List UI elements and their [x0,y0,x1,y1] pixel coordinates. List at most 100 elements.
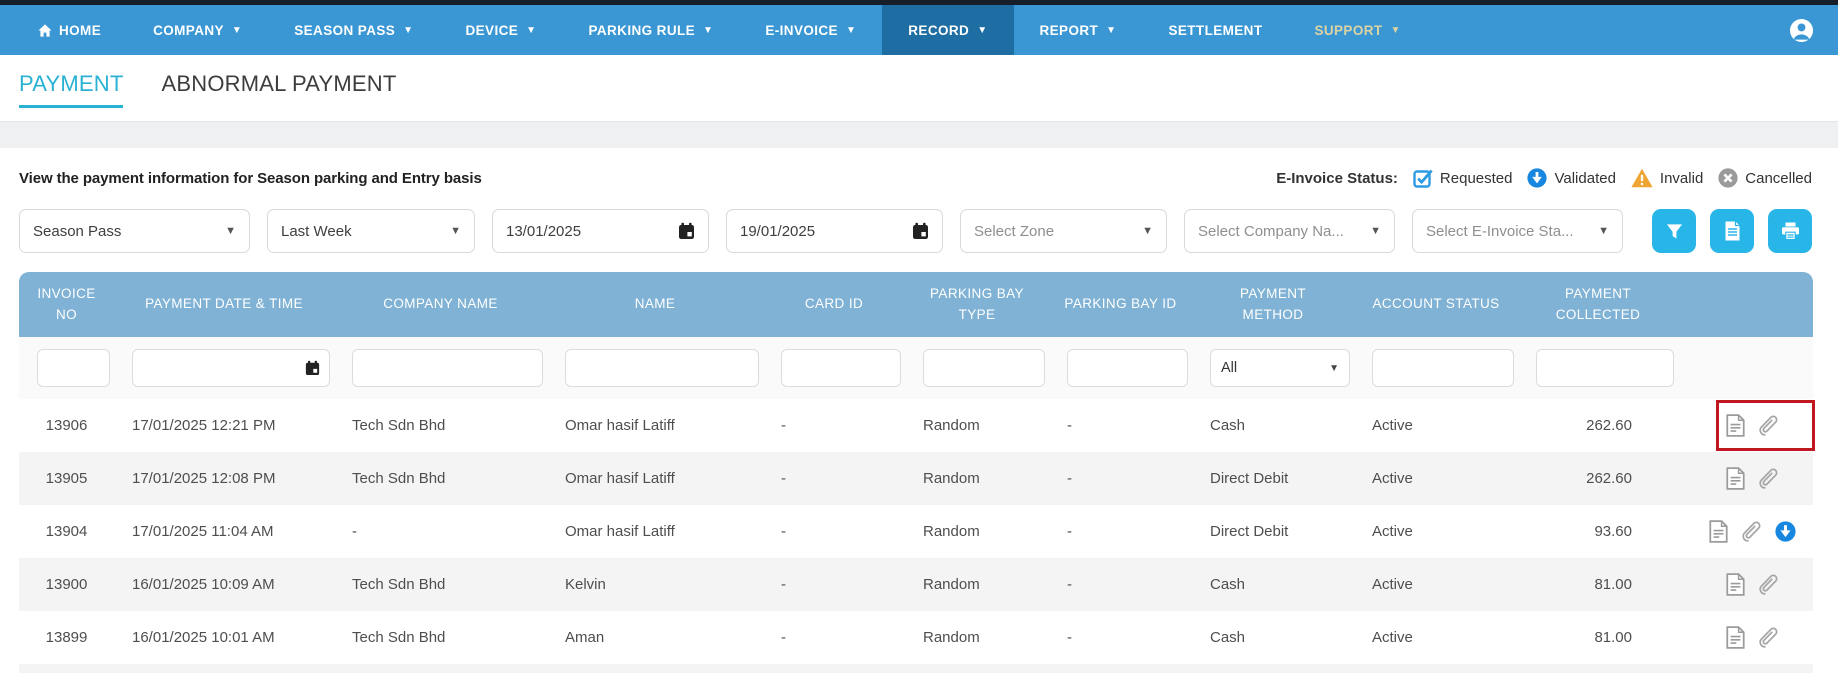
nav-item-settlement[interactable]: SETTLEMENT [1142,5,1288,55]
legend-label: E-Invoice Status: [1276,169,1398,187]
nav-item-e-invoice[interactable]: E-INVOICE ▼ [739,5,882,55]
attachment-icon[interactable] [1758,573,1779,596]
document-icon[interactable] [1726,467,1745,490]
nav-item-support[interactable]: SUPPORT ▼ [1288,5,1426,55]
caret-down-icon: ▼ [1390,24,1401,36]
company-select[interactable]: Select Company Na... ▼ [1184,209,1395,253]
nav-item-report[interactable]: REPORT ▼ [1014,5,1143,55]
cell-collected: 262.60 [1518,452,1678,505]
date-from-input[interactable]: 13/01/2025 [492,209,709,253]
cell-bay-type: Random [905,399,1049,452]
attachment-icon[interactable] [1758,626,1779,649]
account-status-filter-input[interactable] [1372,349,1514,387]
attachment-icon[interactable] [1758,414,1779,437]
payment-date-filter-input[interactable] [132,349,330,387]
payment-method-filter-select[interactable]: All ▼ [1210,349,1350,387]
column-header: PARKING BAY TYPE [905,272,1049,337]
cell-bay-type: Random [905,611,1049,664]
cell-method: Direct Debit [1192,452,1354,505]
cell-invoice-no: 13906 [19,399,114,452]
legend-item-requested: Requested [1413,168,1512,188]
document-icon[interactable] [1709,520,1728,543]
cell-bay-id: - [1049,611,1192,664]
table-row-partial [19,664,1813,673]
parking-bay-type-filter-input[interactable] [923,349,1045,387]
column-filter-row: All ▼ [19,337,1813,399]
nav-item-label: SUPPORT [1314,22,1383,38]
print-button[interactable] [1768,209,1812,253]
card-id-filter-input[interactable] [781,349,901,387]
nav-item-label: PARKING RULE [588,22,696,38]
caret-down-icon: ▼ [450,225,461,237]
cell-status: Active [1354,505,1518,558]
cell-card-id: - [763,505,905,558]
payment-collected-filter-input[interactable] [1536,349,1674,387]
nav-item-home[interactable]: HOME [12,5,127,55]
nav-item-parking-rule[interactable]: PARKING RULE ▼ [562,5,739,55]
invalid-warning-triangle-icon [1631,168,1653,188]
invoice-no-filter-input[interactable] [37,349,110,387]
cell-actions [1678,611,1813,664]
legend-item-cancelled: Cancelled [1718,168,1812,188]
content-card: View the payment information for Season … [0,148,1838,673]
nav-item-company[interactable]: COMPANY ▼ [127,5,268,55]
calendar-icon[interactable] [678,222,695,240]
document-export-icon [1724,221,1741,241]
calendar-icon[interactable] [912,222,929,240]
date-preset-select[interactable]: Last Week ▼ [267,209,475,253]
cell-bay-id: - [1049,558,1192,611]
attachment-icon[interactable] [1741,520,1762,543]
caret-down-icon: ▼ [526,24,537,36]
nav-item-device[interactable]: DEVICE ▼ [439,5,562,55]
document-icon[interactable] [1726,626,1745,649]
page-background-band [0,122,1838,148]
cell-company: Tech Sdn Bhd [334,611,547,664]
tab-payment[interactable]: PAYMENT [19,71,124,108]
calendar-icon[interactable] [305,360,320,376]
attachment-icon[interactable] [1758,467,1779,490]
pass-type-select[interactable]: Season Pass ▼ [19,209,250,253]
zone-select[interactable]: Select Zone ▼ [960,209,1167,253]
document-icon[interactable] [1726,414,1745,437]
cell-invoice-no: 13905 [19,452,114,505]
caret-down-icon: ▼ [403,24,414,36]
printer-icon [1781,222,1800,240]
document-icon[interactable] [1726,573,1745,596]
cell-collected: 262.60 [1518,399,1678,452]
caret-down-icon: ▼ [1598,225,1609,237]
table-row: 13904 17/01/2025 11:04 AM - Omar hasif Lati… [19,505,1813,558]
company-name-filter-input[interactable] [352,349,543,387]
parking-bay-id-filter-input[interactable] [1067,349,1188,387]
cancelled-x-circle-icon [1718,168,1738,188]
nav-item-label: E-INVOICE [765,22,838,38]
cell-actions [1678,452,1813,505]
filter-button[interactable] [1652,209,1696,253]
einvoice-status-select[interactable]: Select E-Invoice Sta... ▼ [1412,209,1623,253]
date-to-input[interactable]: 19/01/2025 [726,209,943,253]
export-report-button[interactable] [1710,209,1754,253]
validated-arrow-down-circle-icon [1527,168,1548,188]
cell-collected: 81.00 [1518,558,1678,611]
cell-bay-type: Random [905,505,1049,558]
cell-card-id: - [763,611,905,664]
cell-method: Cash [1192,558,1354,611]
validated-arrow-down-circle-icon[interactable] [1775,521,1796,542]
filter-toolbar: Season Pass ▼ Last Week ▼ 13/01/2025 19/… [19,209,1812,253]
nav-item-label: COMPANY [153,22,224,38]
column-header: NAME [547,272,763,337]
cell-actions [1678,399,1815,452]
nav-item-record[interactable]: RECORD ▼ [882,5,1014,55]
cell-bay-id: - [1049,452,1192,505]
name-filter-input[interactable] [565,349,759,387]
cell-collected: 93.60 [1518,505,1678,558]
nav-item-season-pass[interactable]: SEASON PASS ▼ [268,5,439,55]
caret-down-icon: ▼ [845,24,857,36]
caret-down-icon: ▼ [1370,225,1381,237]
nav-item-label: SETTLEMENT [1168,22,1263,38]
caret-down-icon: ▼ [1142,225,1153,237]
user-account-icon[interactable] [1765,5,1838,55]
tab-abnormal-payment[interactable]: ABNORMAL PAYMENT [161,71,396,108]
column-header: PAYMENT COLLECTED [1518,272,1678,337]
column-header: CARD ID [763,272,905,337]
